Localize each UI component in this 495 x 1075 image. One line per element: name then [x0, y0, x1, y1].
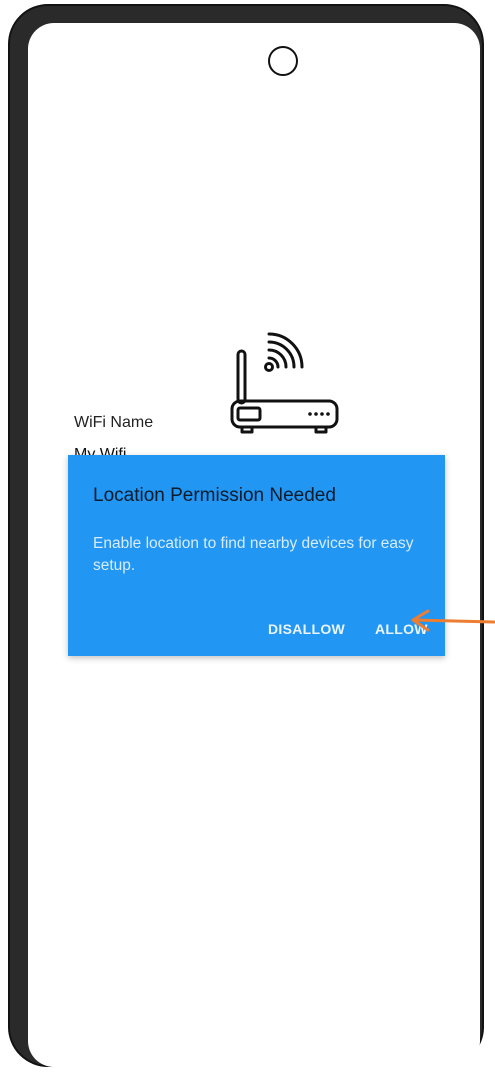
arrow-pointer-icon — [411, 609, 495, 632]
location-permission-dialog: Location Permission Needed Enable locati… — [68, 455, 445, 656]
screenshot-stage: WiFi Name My Wifi Location Permission Ne… — [0, 0, 495, 1075]
router-wifi-icon — [230, 332, 339, 434]
dialog-title: Location Permission Needed — [93, 485, 336, 506]
dialog-message: Enable location to find nearby devices f… — [93, 535, 414, 574]
front-camera — [268, 46, 298, 76]
disallow-button[interactable]: DISALLOW — [268, 621, 345, 637]
wifi-name-label: WiFi Name — [74, 414, 154, 431]
